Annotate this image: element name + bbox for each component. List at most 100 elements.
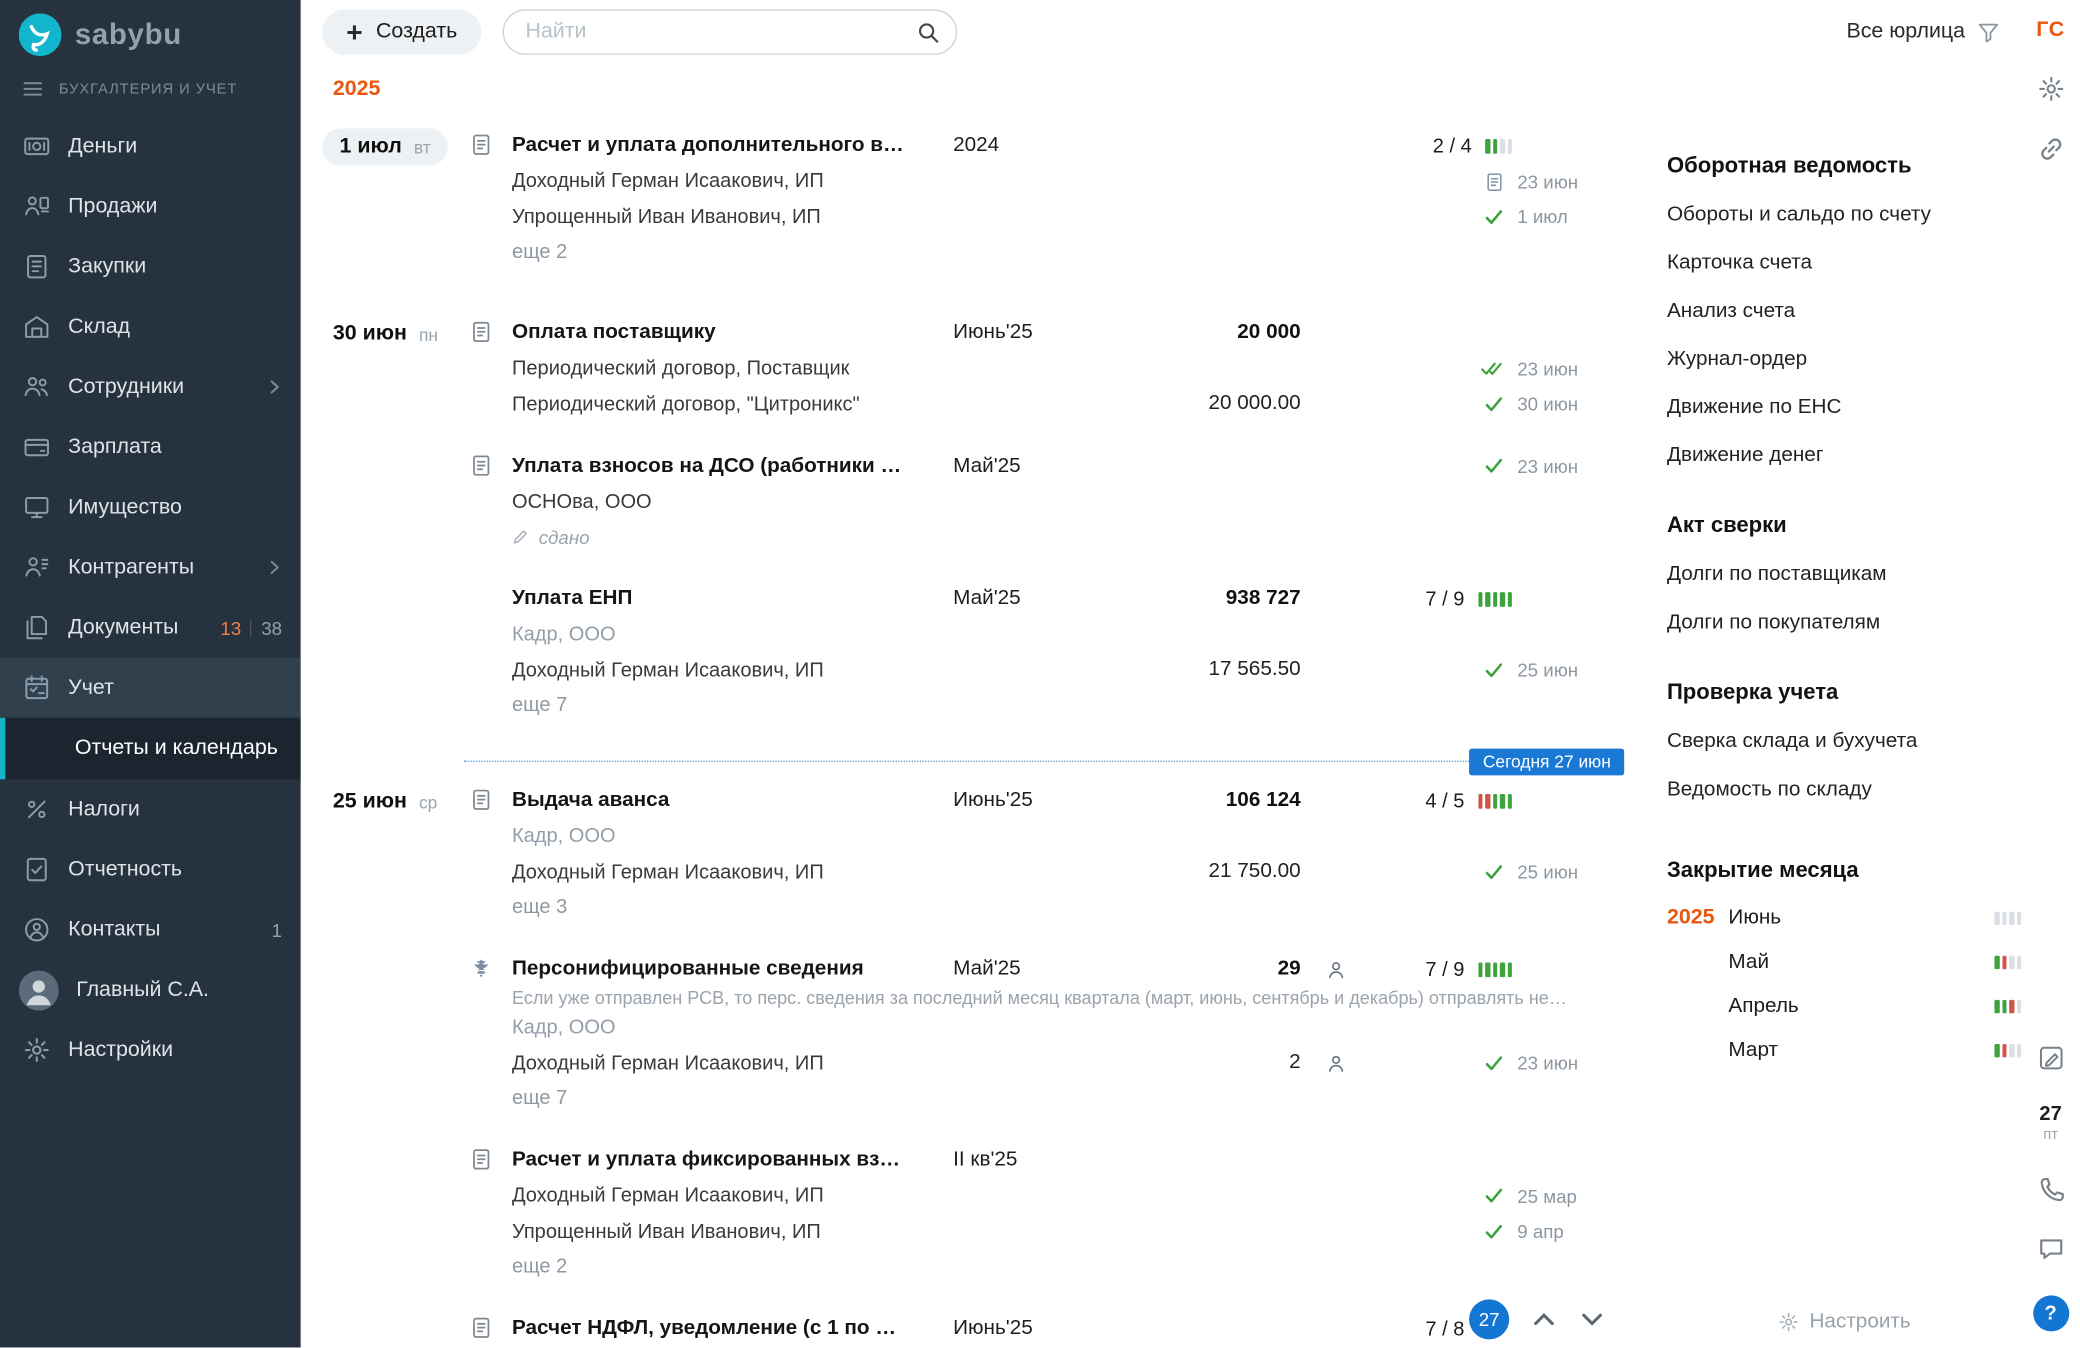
task-row[interactable]: Выдача авансаИюнь'25106 1244 / 5Кадр, ОО… <box>464 775 1584 925</box>
more-link[interactable]: еще 7 <box>512 1087 1107 1110</box>
more-link[interactable]: еще 2 <box>512 241 1107 264</box>
report-link[interactable]: Карточка счета <box>1667 239 2021 287</box>
copy-link-button[interactable] <box>2037 135 2065 163</box>
sidebar-item-label: Отчетность <box>68 858 182 882</box>
closing-month-name: Май <box>1728 950 1994 974</box>
sidebar-item-reporting[interactable]: Отчетность <box>0 839 301 899</box>
sidebar-item-label: Учет <box>68 676 114 700</box>
task-line: еще 2 <box>512 1249 1584 1284</box>
report-link[interactable]: Движение денег <box>1667 432 2021 480</box>
sidebar-item-accounting[interactable]: Учет <box>0 658 301 718</box>
sidebar-item-sales[interactable]: Продажи <box>0 176 301 236</box>
line-right: 23 июн <box>1370 1052 1587 1073</box>
scroll-up-button[interactable] <box>1531 1306 1558 1333</box>
report-link[interactable]: Обороты и сальдо по счету <box>1667 191 2021 239</box>
sidebar: sabybu БУХГАЛТЕРИЯ И УЧЕТ ДеньгиПродажиЗ… <box>0 0 301 1347</box>
sidebar-item-partners[interactable]: Контрагенты <box>0 537 301 597</box>
sidebar-item-profile[interactable]: Главный С.А. <box>0 960 301 1020</box>
task-line: сдано <box>512 519 1584 554</box>
notes-button[interactable] <box>2037 1045 2065 1073</box>
closing-month-row[interactable]: 2025Июнь <box>1667 896 2021 940</box>
more-link[interactable]: еще 2 <box>512 1256 1107 1279</box>
task-icon-col <box>464 952 499 1116</box>
link-icon <box>2037 135 2065 163</box>
task-row[interactable]: Расчет и уплата фиксированных вз…II кв'2… <box>464 1135 1584 1285</box>
task-icon-col <box>464 783 499 925</box>
task-head: Расчет и уплата дополнительного в…20242 … <box>512 128 1584 163</box>
report-link[interactable]: Долги по поставщикам <box>1667 551 2021 599</box>
phone-button[interactable] <box>2037 1175 2065 1203</box>
task-row[interactable]: Расчет НДФЛ, уведомление (с 1 по …Июнь'2… <box>464 1303 1584 1347</box>
sidebar-item-salary[interactable]: Зарплата <box>0 417 301 477</box>
progress-label: 7 / 8 <box>1425 1318 1464 1341</box>
page-number-badge[interactable]: 27 <box>1469 1299 1509 1339</box>
sidebar-item-label: Сотрудники <box>68 375 184 399</box>
task-row[interactable]: Уплата взносов на ДСО (работники …Май'25… <box>464 440 1584 554</box>
sidebar-item-money[interactable]: Деньги <box>0 116 301 176</box>
task-head: Персонифицированные сведенияМай'25297 / … <box>512 952 1584 987</box>
status-date: 25 мар <box>1517 1185 1578 1206</box>
weekday-text: пн <box>419 324 438 344</box>
closing-month-row[interactable]: Апрель <box>1667 984 2021 1028</box>
search-input[interactable] <box>525 20 917 44</box>
sidebar-item-documents[interactable]: Документы1338 <box>0 598 301 658</box>
search-icon[interactable] <box>917 21 940 44</box>
sidebar-item-property[interactable]: Имущество <box>0 477 301 537</box>
task-row[interactable]: Персонифицированные сведенияМай'25297 / … <box>464 944 1584 1116</box>
create-button[interactable]: + Создать <box>322 9 481 54</box>
help-button[interactable]: ? <box>2033 1295 2069 1331</box>
calendar-day-button[interactable]: 27пт <box>2039 1105 2061 1143</box>
more-link[interactable]: еще 3 <box>512 896 1107 919</box>
app-logo[interactable]: sabybu <box>0 0 301 67</box>
task-line: Доходный Герман Исаакович, ИП21 750.0025… <box>512 854 1584 889</box>
note-icon <box>2037 1045 2065 1073</box>
sidebar-item-employees[interactable]: Сотрудники <box>0 357 301 417</box>
year-label[interactable]: 2025 <box>333 78 381 102</box>
calendar-tasks: Выдача авансаИюнь'25106 1244 / 5Кадр, ОО… <box>464 775 1667 1347</box>
sidebar-item-contacts[interactable]: Контакты1 <box>0 900 301 960</box>
status-date: 1 июл <box>1517 206 1578 227</box>
check-icon <box>1484 1053 1504 1073</box>
task-head: Выдача авансаИюнь'25106 1244 / 5 <box>512 783 1584 818</box>
menu-icon[interactable] <box>21 78 44 101</box>
calendar-date-gutter: 25 июнср <box>301 775 464 1347</box>
report-section-title[interactable]: Акт сверки <box>1667 501 2021 550</box>
more-link[interactable]: еще 7 <box>512 694 1107 717</box>
user-initials-button[interactable]: ГС <box>2036 19 2065 43</box>
search-box[interactable] <box>503 9 957 54</box>
task-head: Уплата ЕНПМай'25938 7277 / 9 <box>512 581 1584 616</box>
closing-month-row[interactable]: Май <box>1667 940 2021 984</box>
settings-gear-button[interactable] <box>2037 75 2065 103</box>
today-badge[interactable]: Сегодня 27 июн <box>1469 749 1624 776</box>
report-section-title[interactable]: Оборотная ведомость <box>1667 142 2021 191</box>
date-label[interactable]: 25 июнср <box>322 783 448 820</box>
task-row[interactable]: Оплата поставщикуИюнь'2520 000Периодичес… <box>464 307 1584 421</box>
closing-month-row[interactable]: Март <box>1667 1028 2021 1072</box>
date-label[interactable]: 1 июлвт <box>322 128 448 165</box>
check-icon <box>1484 456 1504 476</box>
report-link[interactable]: Журнал-ордер <box>1667 336 2021 384</box>
sidebar-item-taxes[interactable]: Налоги <box>0 779 301 839</box>
org-filter[interactable]: Все юрлица <box>1846 20 1999 44</box>
date-label[interactable]: 30 июнпн <box>322 315 448 352</box>
sidebar-item-badges: 1 <box>272 919 282 940</box>
report-link[interactable]: Ведомость по складу <box>1667 766 2021 814</box>
report-link[interactable]: Долги по покупателям <box>1667 599 2021 647</box>
sidebar-subitem-reports-calendar[interactable]: Отчеты и календарь <box>0 718 301 779</box>
topbar: + Создать Все юрлица <box>301 0 2021 64</box>
sidebar-item-purchases[interactable]: Закупки <box>0 237 301 297</box>
scroll-down-button[interactable] <box>1579 1306 1606 1333</box>
configure-reports-button[interactable]: Настроить <box>1667 1310 2021 1334</box>
report-section-title[interactable]: Проверка учета <box>1667 668 2021 717</box>
report-link[interactable]: Движение по ЕНС <box>1667 384 2021 432</box>
doc-icon <box>471 319 492 343</box>
task-row[interactable]: Расчет и уплата дополнительного в…20242 … <box>464 120 1584 270</box>
sidebar-item-settings[interactable]: Настройки <box>0 1020 301 1080</box>
sidebar-item-warehouse[interactable]: Склад <box>0 297 301 357</box>
report-link[interactable]: Анализ счета <box>1667 287 2021 335</box>
chat-button[interactable] <box>2037 1235 2065 1263</box>
closing-title[interactable]: Закрытие месяца <box>1667 846 2021 895</box>
report-link[interactable]: Сверка склада и бухучета <box>1667 718 2021 766</box>
task-row[interactable]: Уплата ЕНПМай'25938 7277 / 9Кадр, ОООДох… <box>464 573 1584 723</box>
avatar <box>19 970 59 1010</box>
